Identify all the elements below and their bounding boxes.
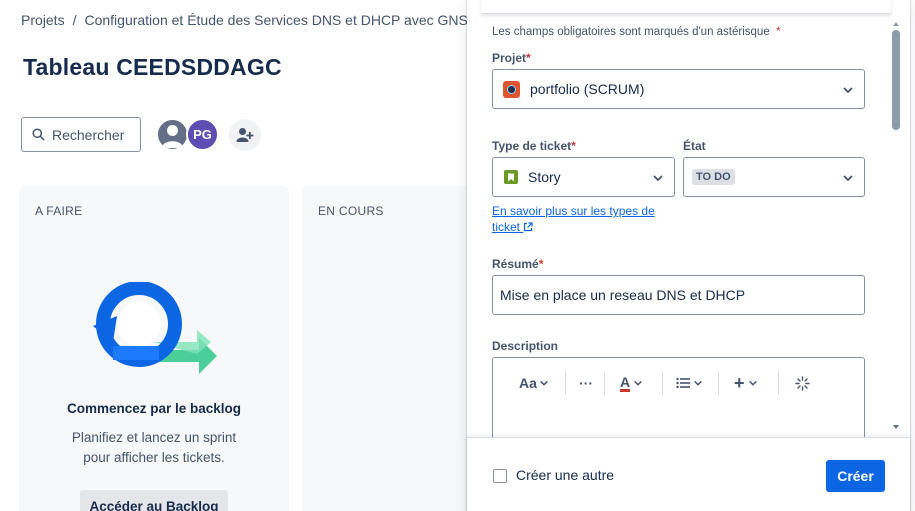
toolbar-divider <box>565 371 566 395</box>
story-icon <box>504 170 518 184</box>
editor-toolbar: Aa ··· A + <box>493 358 864 408</box>
status-badge: TO DO <box>692 169 735 185</box>
state-select[interactable]: TO DO <box>683 157 865 197</box>
empty-state-line-1: Planifiez et lancez un sprint <box>71 430 237 445</box>
project-select[interactable]: portfolio (SCRUM) <box>492 69 865 109</box>
column-title: EN COURS <box>318 204 384 218</box>
state-label: État <box>683 139 706 153</box>
backlog-illustration <box>93 282 217 374</box>
bullet-list-icon <box>676 377 690 389</box>
page-title: Tableau CEEDSDDAGC <box>23 54 282 80</box>
description-label: Description <box>492 339 559 353</box>
text-color-icon: A <box>620 373 631 392</box>
breadcrumb-separator: / <box>72 12 77 28</box>
plus-icon: + <box>734 372 745 393</box>
chevron-down-icon <box>634 381 642 386</box>
insert-button[interactable]: + <box>734 372 758 394</box>
search-icon <box>32 128 45 141</box>
learn-issue-types-link[interactable]: En savoir plus sur les types de ticket <box>492 203 672 235</box>
bullet-list-button[interactable] <box>676 372 703 394</box>
avatar[interactable] <box>156 118 189 151</box>
issue-type-label: Type de ticket* <box>492 139 576 153</box>
breadcrumb: Projets / Configuration et Étude des Servi… <box>21 12 476 28</box>
column-title: A FAIRE <box>35 204 83 218</box>
modal-footer: Créer une autre Créer <box>467 437 910 511</box>
chevron-down-icon <box>843 175 853 181</box>
chevron-down-icon <box>653 175 663 181</box>
summary-label: Résumé* <box>492 257 544 271</box>
create-button[interactable]: Créer <box>826 460 885 492</box>
description-editor[interactable]: Aa ··· A + <box>492 357 865 447</box>
breadcrumb-project-link[interactable]: Configuration et Étude des Services DNS … <box>84 12 475 28</box>
chevron-down-icon <box>843 87 853 93</box>
create-another-label[interactable]: Créer une autre <box>516 467 614 483</box>
chevron-down-icon <box>540 381 548 386</box>
issue-type-value: Story <box>528 169 561 185</box>
user-icon <box>162 125 183 148</box>
add-people-button[interactable] <box>229 119 261 151</box>
sparkle-icon <box>795 375 810 391</box>
chevron-down-icon <box>748 381 757 386</box>
toolbar-divider <box>662 371 663 395</box>
empty-state-line-2: pour afficher les tickets. <box>83 450 225 465</box>
scroll-up-arrow-icon[interactable] <box>892 20 900 28</box>
toolbar-divider <box>778 371 779 395</box>
required-fields-note: Les champs obligatoires sont marqués d'u… <box>492 26 781 38</box>
board-column-in-progress: EN COURS <box>302 186 472 511</box>
create-issue-modal: Les champs obligatoires sont marqués d'u… <box>467 0 910 511</box>
project-select-value: portfolio (SCRUM) <box>530 81 645 97</box>
breadcrumb-projects-link[interactable]: Projets <box>21 12 65 28</box>
external-link-icon <box>524 222 533 232</box>
empty-state-description: Planifiez et lancez un sprint pour affic… <box>39 428 269 468</box>
required-asterisk: * <box>776 26 781 38</box>
create-another-checkbox[interactable] <box>493 469 507 483</box>
scroll-down-arrow-icon[interactable] <box>892 423 900 431</box>
project-label: Projet* <box>492 51 531 65</box>
ai-assist-button[interactable] <box>795 372 810 394</box>
project-avatar-icon <box>503 80 520 98</box>
add-user-icon <box>236 128 254 142</box>
chevron-down-icon <box>694 381 702 386</box>
text-style-button[interactable]: Aa <box>519 372 549 394</box>
board-column-todo: A FAIRE Commencez par le backlog Planifi… <box>19 186 289 511</box>
toolbar-divider <box>604 371 605 395</box>
search-placeholder: Rechercher <box>52 126 125 143</box>
search-input[interactable]: Rechercher <box>21 117 141 152</box>
toolbar-divider <box>718 371 719 395</box>
summary-input[interactable]: Mise en place un reseau DNS et DHCP <box>492 275 865 315</box>
modal-header-strip <box>481 0 891 14</box>
text-color-button[interactable]: A <box>620 372 643 394</box>
modal-scrollbar[interactable] <box>892 30 900 130</box>
issue-type-select[interactable]: Story <box>492 157 675 197</box>
avatar-pg[interactable]: PG <box>186 118 219 151</box>
more-formatting-button[interactable]: ··· <box>579 372 593 394</box>
empty-state-title: Commencez par le backlog <box>66 401 242 416</box>
go-to-backlog-button[interactable]: Accéder au Backlog <box>80 490 228 511</box>
